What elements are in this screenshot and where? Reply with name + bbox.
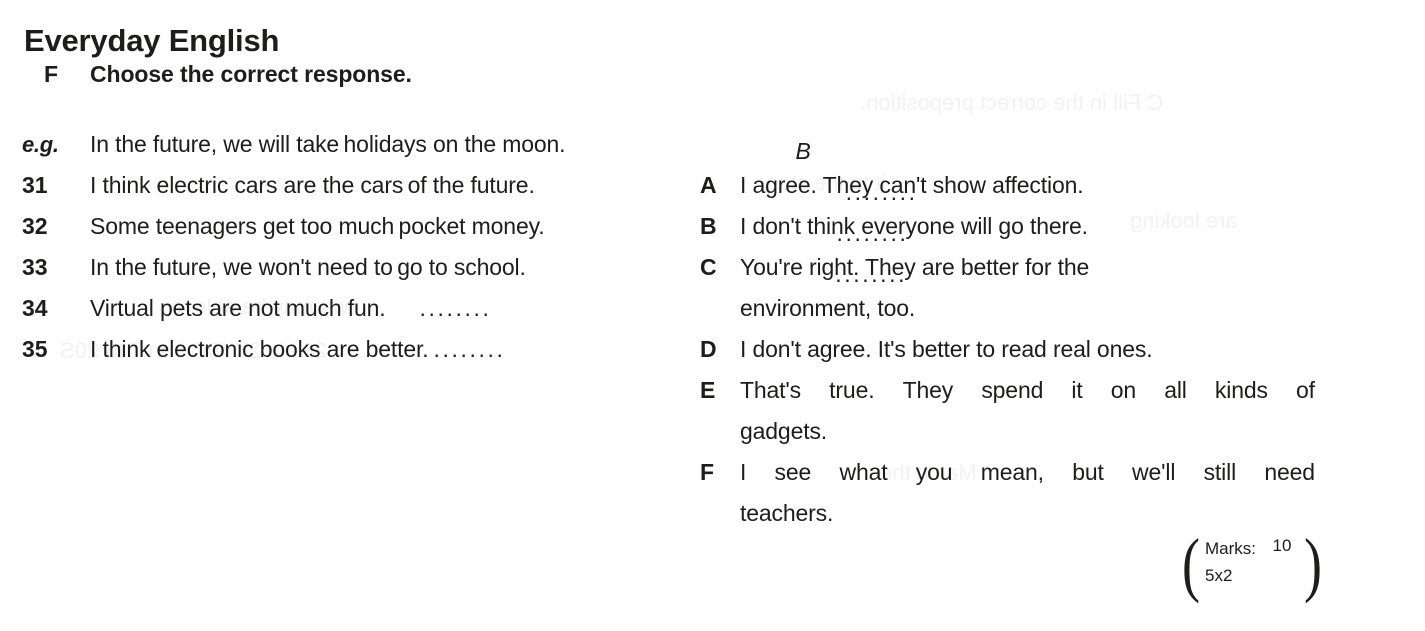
option-word: That's: [740, 377, 802, 403]
page-title: Everyday English: [24, 22, 280, 58]
question-column: e.g. In the future, we will take holiday…: [22, 124, 915, 370]
option-letter: F: [700, 459, 715, 485]
option-word: on: [1110, 377, 1137, 403]
option-text: That's true. They spend it on all kinds of gadge…: [740, 370, 1330, 452]
option-row[interactable]: C You're right. They are better for the …: [700, 247, 1330, 329]
option-word: but: [1072, 459, 1104, 485]
question-row: 32 Some teenagers get too much pocket mo…: [22, 206, 906, 247]
marks-label: Marks:: [1205, 539, 1256, 558]
option-row[interactable]: A I agree. They can't show affection.: [700, 165, 1330, 206]
option-word: you: [915, 459, 953, 485]
option-word: spend: [981, 377, 1044, 403]
option-word: They: [902, 377, 954, 403]
question-line: holidays on the moon. B: [343, 131, 811, 164]
option-row[interactable]: E That's true. They spend it on all kinds of gad…: [700, 370, 1330, 452]
question-row: e.g. In the future, we will take holiday…: [22, 124, 811, 165]
option-word: of: [1296, 377, 1315, 403]
option-letter: D: [700, 336, 717, 362]
marks-content: Marks: 5x2 10: [1203, 533, 1301, 595]
option-word: need: [1264, 459, 1315, 485]
answer-blank[interactable]: ........: [434, 336, 506, 362]
question-line: I think electric cars are the cars: [90, 172, 404, 198]
marks-multiplier: 5x2: [1205, 566, 1233, 585]
question-line: In the future, we won't need to: [90, 254, 393, 280]
option-line: gadgets.: [740, 418, 828, 444]
option-word: what: [839, 459, 888, 485]
question-row: 33 In the future, we won't need to go to…: [22, 247, 905, 288]
marks-total: 10: [1272, 536, 1292, 555]
question-line: go to school. ........: [397, 254, 904, 287]
question-line-text: go to school.: [397, 254, 526, 280]
question-line-text: holidays on the moon.: [343, 131, 566, 157]
option-text: You're right. They are better for the en…: [740, 247, 1330, 329]
option-line: Isee what you mean, but we'll still need: [740, 452, 1315, 493]
option-letter: A: [700, 172, 717, 198]
question-row: 35 I think electronic books are better..…: [22, 329, 642, 370]
option-word: we'll: [1132, 459, 1176, 485]
answer-blank[interactable]: ........: [420, 295, 492, 321]
option-word: all: [1164, 377, 1187, 403]
marks-right-paren: ): [1303, 524, 1322, 604]
option-row[interactable]: F Isee what you mean, but we'll still need teac…: [700, 452, 1330, 534]
option-line: I don't agree. It's better to read real …: [740, 336, 1153, 362]
question-body: Some teenagers get too much pocket money…: [90, 206, 906, 247]
question-line: pocket money. ........: [398, 213, 906, 246]
question-line: In the future, we will take: [90, 131, 340, 157]
exercise-instruction: Choose the correct response.: [90, 61, 412, 87]
question-body: I think electric cars are the cars of th…: [90, 165, 915, 206]
question-body: Virtual pets are not much fun.........: [90, 288, 642, 329]
option-text: I don't think everyone will go there.: [740, 206, 1330, 247]
question-line: Some teenagers get too much: [90, 213, 395, 239]
option-word: still: [1203, 459, 1237, 485]
marks-left-paren: (: [1182, 524, 1201, 604]
marks-box: ( Marks: 5x2 10 ): [1178, 528, 1326, 600]
option-word: see: [774, 459, 812, 485]
question-body: I think electronic books are better.....…: [90, 329, 642, 370]
option-letter: B: [700, 213, 717, 239]
marks-score-fraction[interactable]: 10: [1263, 537, 1301, 556]
question-number: 35: [22, 336, 48, 362]
question-line-text: of the future.: [407, 172, 535, 198]
question-line-text: Virtual pets are not much fun.: [90, 295, 386, 321]
option-text: I agree. They can't show affection.: [740, 165, 1330, 206]
option-word: it: [1071, 377, 1083, 403]
option-text: Isee what you mean, but we'll still need teache…: [740, 452, 1330, 534]
option-word: true.: [829, 377, 875, 403]
question-line: of the future. ........: [407, 172, 915, 205]
question-line: I think electronic books are better.....…: [90, 336, 505, 362]
question-row: 34 Virtual pets are not much fun........…: [22, 288, 642, 329]
exercise-letter: F: [44, 61, 59, 87]
option-text: I don't agree. It's better to read real …: [740, 329, 1330, 370]
question-number: e.g.: [22, 132, 59, 157]
option-line: I don't think everyone will go there.: [740, 213, 1088, 239]
option-line: You're right. They are better for the: [740, 254, 1090, 280]
question-number: 34: [22, 295, 48, 321]
option-word: mean,: [980, 459, 1044, 485]
option-line: environment, too.: [740, 295, 916, 321]
response-options-column: A I agree. They can't show affection. B …: [700, 165, 1330, 534]
question-row: 31 I think electric cars are the cars of…: [22, 165, 915, 206]
option-word: I: [740, 459, 747, 485]
option-line: That's true. They spend it on all kinds of: [740, 370, 1315, 411]
question-body: In the future, we will take holidays on …: [90, 124, 811, 165]
option-row[interactable]: B I don't think everyone will go there.: [700, 206, 1330, 247]
option-letter: E: [700, 377, 716, 403]
question-number: 31: [22, 172, 48, 198]
worksheet-page: C Fill in the correct preposition. it to…: [0, 0, 1425, 631]
question-line-text: I think electronic books are better.: [90, 336, 429, 362]
question-line: Virtual pets are not much fun.........: [90, 295, 491, 321]
question-number: 33: [22, 254, 48, 280]
option-letter: C: [700, 254, 717, 280]
exercise-heading: F Choose the correct response.: [44, 61, 412, 88]
option-row[interactable]: D I don't agree. It's better to read rea…: [700, 329, 1330, 370]
option-word: kinds: [1214, 377, 1268, 403]
showthrough-text: C Fill in the correct preposition.: [860, 90, 1164, 115]
question-line-text: pocket money.: [398, 213, 545, 239]
question-body: In the future, we won't need to go to sc…: [90, 247, 905, 288]
question-number: 32: [22, 213, 48, 239]
option-line: I agree. They can't show affection.: [740, 172, 1084, 198]
